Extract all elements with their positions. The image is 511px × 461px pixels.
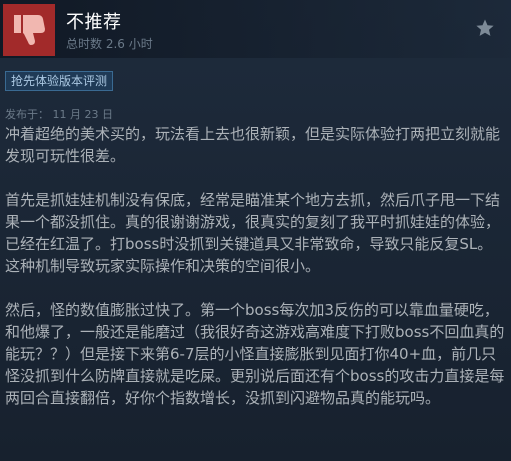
review-header: 不推荐 总时数 2.6 小时 — [0, 0, 511, 58]
star-icon[interactable] — [475, 18, 495, 38]
review-card: 不推荐 总时数 2.6 小时 抢先体验版本评测 发布于： 11 月 23 日 冲… — [0, 0, 511, 461]
thumbs-down-icon — [9, 8, 49, 52]
review-paragraph: 然后，怪的数值膨胀过快了。第一个boss每次加3反伤的可以靠血量硬吃，和他爆了，… — [5, 301, 505, 407]
verdict-badge[interactable] — [3, 4, 55, 56]
review-body: 冲着超绝的美术买的，玩法看上去也很新颖，但是实际体验打两把立刻就能发现可玩性很差… — [5, 123, 505, 431]
posted-date: 发布于： 11 月 23 日 — [5, 108, 113, 121]
early-access-tag: 抢先体验版本评测 — [5, 71, 114, 91]
review-paragraph: 冲着超绝的美术买的，玩法看上去也很新颖，但是实际体验打两把立刻就能发现可玩性很差… — [5, 125, 501, 165]
playtime-text: 总时数 2.6 小时 — [66, 37, 153, 51]
verdict-title: 不推荐 — [66, 12, 122, 33]
review-paragraph: 首先是抓娃娃机制没有保底，经常是瞄准某个地方去抓，然后爪子甩一下结果一个都没抓住… — [5, 191, 501, 275]
